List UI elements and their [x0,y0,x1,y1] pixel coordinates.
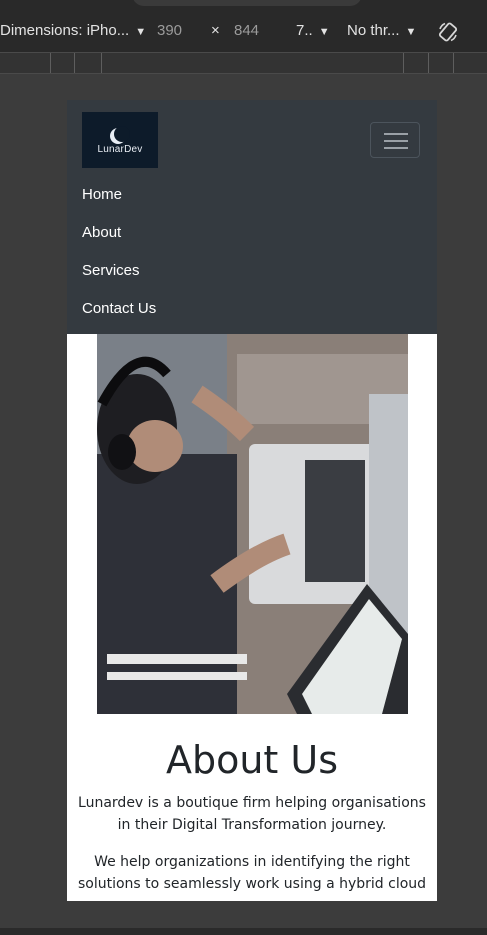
ruler-tick [428,53,429,73]
nav-item-about[interactable]: About [82,224,121,241]
times-icon: × [211,22,220,39]
devtools-top-strip [0,0,487,12]
nav-item-contact-us[interactable]: Contact Us [82,300,156,317]
logo-text: LunarDev [97,143,143,155]
throttle-label: No thr... [347,22,400,39]
dimensions-select[interactable]: Dimensions: iPho... ▼ [0,22,146,39]
ruler-tick [453,53,454,73]
width-input[interactable]: 390 [157,22,182,39]
zoom-select[interactable]: 7.. ▼ [296,22,330,39]
media-query-ruler [0,52,487,74]
devtools-tab-edge [132,0,362,6]
height-input[interactable]: 844 [234,22,259,39]
about-paragraph-1: Lunardev is a boutique firm helping orga… [78,795,426,833]
ruler-tick [101,53,102,73]
ruler-tick [74,53,75,73]
devtools-bottom-strip [0,928,487,935]
hamburger-icon [384,140,408,142]
rotate-icon[interactable] [436,20,460,44]
hamburger-icon [384,147,408,149]
chevron-down-icon: ▼ [318,26,330,38]
about-paragraph-2: We help organizations in identifying the… [77,854,427,892]
nav-item-services[interactable]: Services [82,262,140,279]
crescent-moon-icon [110,125,130,144]
ruler-tick [50,53,51,73]
site-navbar: LunarDev Home About Services Contact Us [67,100,437,334]
device-viewport: LunarDev Home About Services Contact Us [67,100,437,901]
dimensions-label: Dimensions: iPho... [0,22,130,39]
site-logo[interactable]: LunarDev [82,112,158,168]
chevron-down-icon: ▼ [405,26,417,38]
nav-item-home[interactable]: Home [82,186,122,203]
about-hero-image [97,334,408,714]
zoom-label: 7.. [296,22,313,39]
about-title: About Us [165,738,339,782]
menu-toggle-button[interactable] [370,122,420,158]
device-toolbar: Dimensions: iPho... ▼ 390 × 844 7.. ▼ No t… [0,12,487,52]
ruler-tick [403,53,404,73]
chevron-down-icon: ▼ [135,26,147,38]
throttle-select[interactable]: No thr... ▼ [347,22,416,39]
hamburger-icon [384,133,408,135]
